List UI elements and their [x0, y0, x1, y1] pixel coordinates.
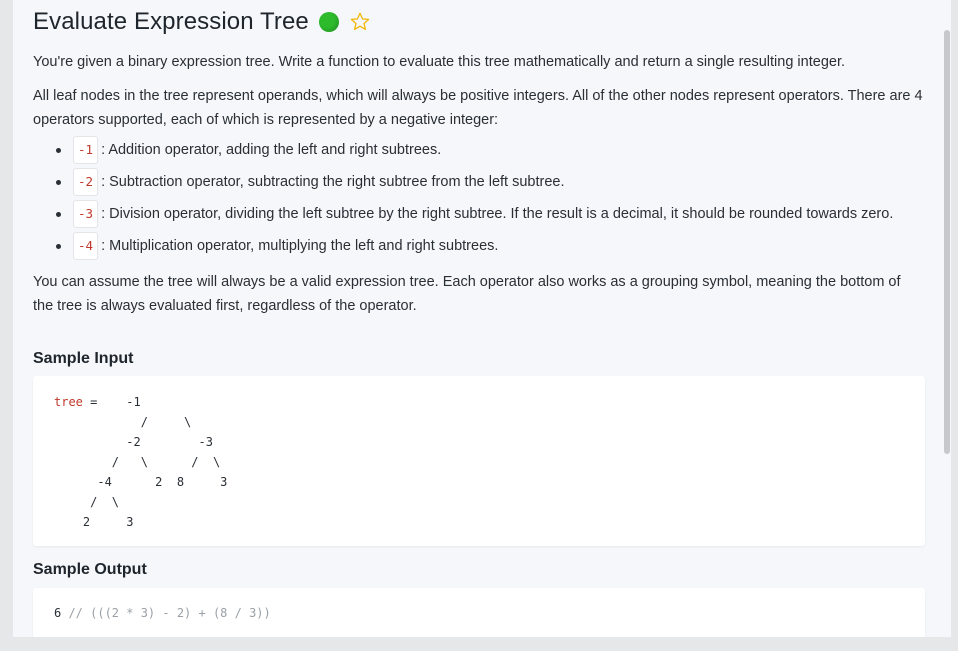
- list-item: -1 : Addition operator, adding the left …: [33, 134, 923, 166]
- sample-output-heading: Sample Output: [33, 561, 147, 578]
- sample-output-code: 6 // (((2 * 3) - 2) + (8 / 3)): [54, 603, 904, 623]
- code-line: / \: [54, 495, 120, 509]
- operator-list: -1 : Addition operator, adding the left …: [33, 134, 923, 262]
- code-equals: =: [82, 395, 105, 409]
- title-row: Evaluate Expression Tree: [33, 6, 371, 38]
- code-line: / \: [54, 415, 192, 429]
- difficulty-status-icon: [318, 12, 339, 32]
- problem-panel: Evaluate Expression Tree You're given a …: [13, 0, 951, 637]
- assumption-paragraph: You can assume the tree will always be a…: [33, 274, 901, 314]
- problem-description: You're given a binary expression tree. W…: [33, 50, 923, 328]
- code-line: -1: [104, 395, 141, 409]
- page-title: Evaluate Expression Tree: [33, 8, 309, 35]
- operator-code: -3: [73, 200, 99, 228]
- output-comment: // (((2 * 3) - 2) + (8 / 3)): [61, 606, 271, 620]
- operator-text: : Subtraction operator, subtracting the …: [101, 174, 565, 190]
- sample-input-heading: Sample Input: [33, 350, 134, 367]
- list-item: -4 : Multiplication operator, multiplyin…: [33, 230, 923, 262]
- code-line: 2 3: [54, 515, 134, 529]
- sample-input-box: tree = -1 / \ -2 -3 / \ / \ -4 2 8 3 / \…: [33, 376, 925, 546]
- operator-text: : Addition operator, adding the left and…: [101, 142, 442, 158]
- code-variable: tree: [54, 395, 83, 409]
- star-outline-icon[interactable]: [349, 11, 371, 33]
- vertical-scrollbar[interactable]: [944, 30, 950, 454]
- sample-output-box: 6 // (((2 * 3) - 2) + (8 / 3)): [33, 588, 925, 637]
- operator-text: : Multiplication operator, multiplying t…: [101, 238, 499, 254]
- list-item: -2 : Subtraction operator, subtracting t…: [33, 166, 923, 198]
- operator-code: -1: [73, 136, 99, 164]
- list-item: -3 : Division operator, dividing the lef…: [33, 198, 923, 230]
- code-line: -2 -3: [54, 435, 213, 449]
- operator-text: : Division operator, dividing the left s…: [101, 206, 894, 222]
- operator-code: -4: [73, 232, 99, 260]
- leaves-paragraph: All leaf nodes in the tree represent ope…: [33, 88, 923, 128]
- code-line: / \ / \: [54, 455, 221, 469]
- intro-paragraph: You're given a binary expression tree. W…: [33, 54, 845, 70]
- code-line: -4 2 8 3: [54, 475, 228, 489]
- sample-input-code: tree = -1 / \ -2 -3 / \ / \ -4 2 8 3 / \…: [54, 392, 904, 532]
- operator-code: -2: [73, 168, 99, 196]
